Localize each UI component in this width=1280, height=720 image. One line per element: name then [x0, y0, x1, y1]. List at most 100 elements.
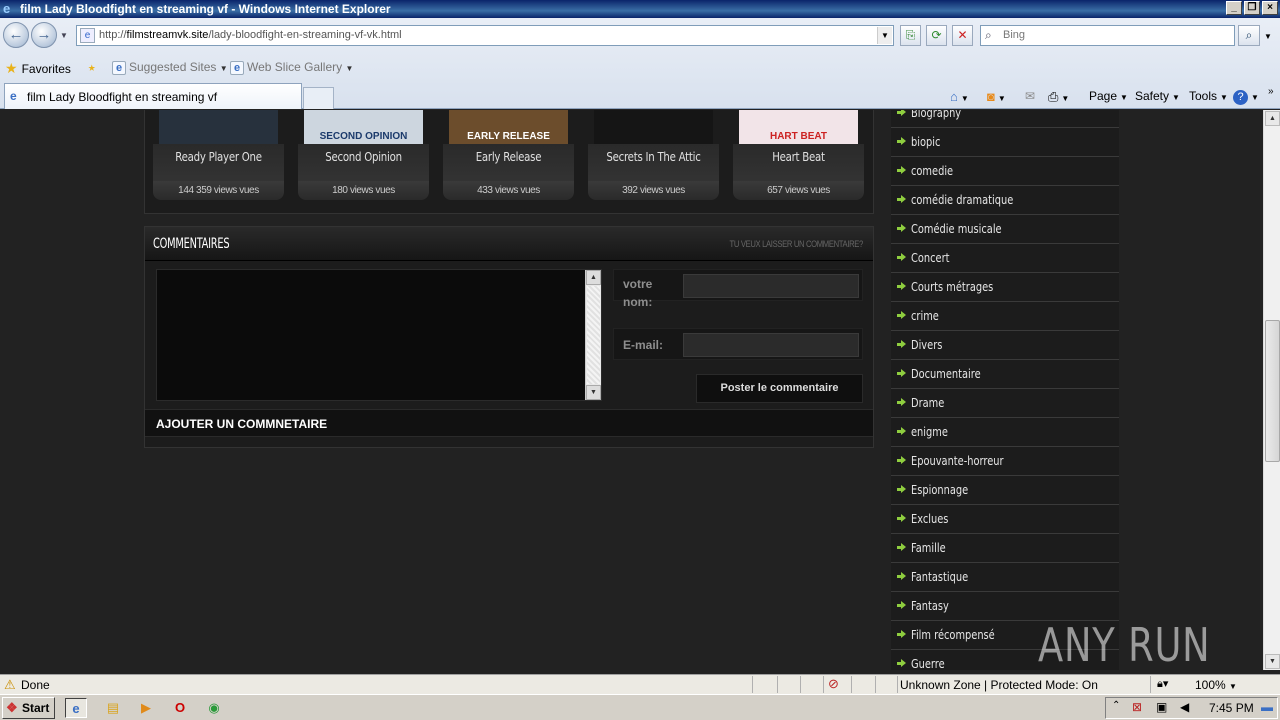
- movie-title[interactable]: Second Opinion: [308, 150, 419, 164]
- zoom-level[interactable]: 100% ▼: [1195, 678, 1237, 692]
- leave-comment-link[interactable]: TU VEUX LAISSER UN COMMENTAIRE?: [730, 239, 864, 249]
- opera-taskbar-icon[interactable]: O: [169, 698, 191, 718]
- add-favorites-icon[interactable]: ⭑: [88, 59, 96, 76]
- feeds-button[interactable]: ◙ ▼: [987, 89, 1006, 104]
- genre-label[interactable]: Drame: [911, 396, 944, 410]
- genre-item[interactable]: Drame: [891, 389, 1119, 418]
- home-button[interactable]: ⌂ ▼: [950, 89, 969, 104]
- movie-title[interactable]: Early Release: [453, 150, 564, 164]
- address-url[interactable]: http://filmstreamvk.site/lady-bloodfight…: [99, 29, 402, 41]
- movie-poster[interactable]: HART BEAT: [739, 110, 858, 144]
- genre-label[interactable]: Documentaire: [911, 367, 981, 381]
- genre-item[interactable]: crime: [891, 302, 1119, 331]
- genre-label[interactable]: Fantastique: [911, 570, 968, 584]
- movie-title[interactable]: Ready Player One: [163, 150, 274, 164]
- genre-item[interactable]: Divers: [891, 331, 1119, 360]
- genre-item[interactable]: Courts métrages: [891, 273, 1119, 302]
- print-button[interactable]: ⎙ ▼: [1048, 89, 1069, 105]
- search-options-icon[interactable]: ▼: [1264, 32, 1272, 41]
- new-tab-button[interactable]: [303, 87, 334, 109]
- movie-poster[interactable]: [594, 110, 713, 144]
- post-comment-button[interactable]: Poster le commentaire: [696, 374, 863, 403]
- genre-item[interactable]: Epouvante-horreur: [891, 447, 1119, 476]
- page-scroll-thumb[interactable]: [1265, 320, 1280, 462]
- genre-item[interactable]: Espionnage: [891, 476, 1119, 505]
- movie-title[interactable]: Secrets In The Attic: [598, 150, 709, 164]
- address-bar[interactable]: e http://filmstreamvk.site/lady-bloodfig…: [76, 25, 894, 46]
- movie-card[interactable]: EARLY RELEASE Early Release 433 views vues: [443, 110, 574, 200]
- genre-label[interactable]: crime: [911, 309, 939, 323]
- genre-label[interactable]: Film récompensé: [911, 628, 995, 642]
- tray-network-icon[interactable]: ▣: [1156, 700, 1167, 714]
- genre-label[interactable]: Fantasy: [911, 599, 949, 613]
- page-scroll-down-icon[interactable]: ▼: [1265, 654, 1280, 669]
- suggested-sites-link[interactable]: e Suggested Sites ▼: [112, 60, 228, 75]
- restore-button[interactable]: ❐: [1244, 1, 1260, 15]
- tray-volume-icon[interactable]: ◀︎: [1180, 700, 1189, 714]
- genre-item[interactable]: comédie dramatique: [891, 186, 1119, 215]
- explorer-taskbar-icon[interactable]: ▤: [102, 698, 124, 718]
- genre-label[interactable]: enigme: [911, 425, 948, 439]
- genre-label[interactable]: Famille: [911, 541, 946, 555]
- movie-poster[interactable]: EARLY RELEASE: [449, 110, 568, 144]
- name-field[interactable]: [683, 274, 859, 298]
- tray-expand-icon[interactable]: ⌃: [1112, 700, 1120, 711]
- movie-card[interactable]: SECOND OPINION Second Opinion 180 views vu…: [298, 110, 429, 200]
- compat-view-icon[interactable]: ⎘: [900, 25, 921, 46]
- genre-item[interactable]: Comédie musicale: [891, 215, 1119, 244]
- security-zone[interactable]: Unknown Zone | Protected Mode: On: [900, 678, 1098, 692]
- tab-active[interactable]: e film Lady Bloodfight en streaming vf: [4, 83, 302, 109]
- page-scrollbar[interactable]: ▲ ▼: [1263, 110, 1280, 670]
- history-dropdown-icon[interactable]: ▼: [60, 31, 68, 40]
- start-button[interactable]: ❖ Start: [2, 697, 55, 719]
- genre-item[interactable]: biopic: [891, 128, 1119, 157]
- textarea-scrollbar[interactable]: ▲ ▼: [585, 270, 601, 400]
- genre-label[interactable]: biopic: [911, 135, 940, 149]
- minimize-button[interactable]: _: [1226, 1, 1242, 15]
- genre-item[interactable]: Exclues: [891, 505, 1119, 534]
- comment-textarea[interactable]: ▲ ▼: [156, 269, 602, 401]
- show-desktop-icon[interactable]: ▬: [1261, 700, 1273, 714]
- email-field[interactable]: [683, 333, 859, 357]
- back-button[interactable]: ←: [3, 22, 29, 48]
- media-player-taskbar-icon[interactable]: ▶: [135, 698, 157, 718]
- refresh-icon[interactable]: ⟳: [926, 25, 947, 46]
- genre-item[interactable]: Concert: [891, 244, 1119, 273]
- search-input[interactable]: ⌕ Bing: [980, 25, 1235, 46]
- genre-label[interactable]: Concert: [911, 251, 950, 265]
- help-button[interactable]: ? ▼: [1233, 89, 1259, 105]
- genre-label[interactable]: Comédie musicale: [911, 222, 1002, 236]
- page-menu[interactable]: Page ▼: [1089, 89, 1128, 103]
- genre-item[interactable]: comedie: [891, 157, 1119, 186]
- genre-label[interactable]: Divers: [911, 338, 942, 352]
- genre-item[interactable]: Famille: [891, 534, 1119, 563]
- movie-poster[interactable]: [159, 110, 278, 144]
- genre-label[interactable]: comédie dramatique: [911, 193, 1013, 207]
- toolbar-overflow-icon[interactable]: »: [1268, 86, 1274, 97]
- tray-security-icon[interactable]: ⊠: [1132, 700, 1142, 714]
- genre-label[interactable]: Guerre: [911, 657, 945, 670]
- genre-item[interactable]: Biography: [891, 110, 1119, 128]
- genre-label[interactable]: Epouvante-horreur: [911, 454, 1004, 468]
- stop-icon[interactable]: ✕: [952, 25, 973, 46]
- popup-blocked-icon[interactable]: ⊘: [828, 676, 839, 692]
- movie-card[interactable]: Secrets In The Attic 392 views vues: [588, 110, 719, 200]
- close-window-button[interactable]: ×: [1262, 1, 1278, 15]
- movie-card[interactable]: HART BEAT Heart Beat 657 views vues: [733, 110, 864, 200]
- read-mail-icon[interactable]: ✉: [1025, 89, 1035, 103]
- address-dropdown-icon[interactable]: ▼: [877, 27, 892, 44]
- genre-item[interactable]: enigme: [891, 418, 1119, 447]
- protected-mode-icon[interactable]: 🔒︎▾: [1157, 677, 1168, 691]
- genre-label[interactable]: Espionnage: [911, 483, 968, 497]
- movie-card[interactable]: Ready Player One 144 359 views vues: [153, 110, 284, 200]
- scroll-up-icon[interactable]: ▲: [586, 270, 601, 285]
- ie-taskbar-icon[interactable]: e: [65, 698, 87, 718]
- safety-menu[interactable]: Safety ▼: [1135, 89, 1180, 103]
- favorites-button[interactable]: ★ Favorites: [5, 60, 71, 77]
- genre-item[interactable]: Documentaire: [891, 360, 1119, 389]
- genre-label[interactable]: Exclues: [911, 512, 948, 526]
- web-slice-gallery-link[interactable]: e Web Slice Gallery ▼: [230, 60, 353, 75]
- forward-button[interactable]: →: [31, 22, 57, 48]
- genre-label[interactable]: comedie: [911, 164, 953, 178]
- movie-title[interactable]: Heart Beat: [743, 150, 854, 164]
